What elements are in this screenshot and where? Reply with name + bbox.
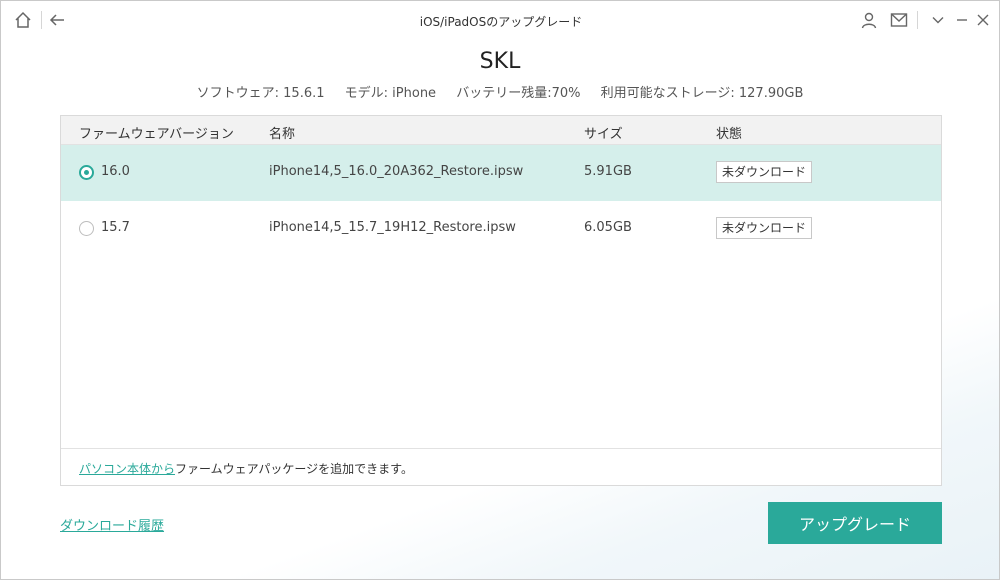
available-storage: 利用可能なストレージ: 127.90GB xyxy=(600,86,804,101)
column-header-size: サイズ xyxy=(584,127,623,142)
close-icon[interactable] xyxy=(973,10,993,30)
status-badge[interactable]: 未ダウンロード xyxy=(716,217,813,239)
chevron-down-icon[interactable] xyxy=(928,10,948,30)
column-header-version: ファームウェアバージョン xyxy=(79,127,234,142)
device-model: モデル: iPhone xyxy=(344,86,437,101)
table-header: ファームウェアバージョン 名称 サイズ 状態 xyxy=(61,116,941,145)
device-info: ソフトウェア: 15.6.1 モデル: iPhone バッテリー残量:70% 利… xyxy=(1,82,999,101)
footer-text: ファームウェアパッケージを追加できます。 xyxy=(175,462,413,476)
minimize-icon[interactable] xyxy=(952,10,972,30)
table-footer: パソコン本体からファームウェアパッケージを追加できます。 xyxy=(61,448,941,485)
device-name: SKL xyxy=(479,49,521,74)
firmware-version: 16.0 xyxy=(101,164,130,179)
download-history-link[interactable]: ダウンロード履歴 xyxy=(60,515,164,534)
user-icon[interactable] xyxy=(859,10,879,30)
radio-button-selected[interactable] xyxy=(79,165,94,180)
firmware-version: 15.7 xyxy=(101,220,130,235)
software-version: ソフトウェア: 15.6.1 xyxy=(196,86,325,101)
import-from-pc-link[interactable]: パソコン本体から xyxy=(79,462,175,476)
title-bar: iOS/iPadOSのアップグレード xyxy=(1,1,1000,39)
titlebar-divider-right xyxy=(917,11,918,29)
radio-button[interactable] xyxy=(79,221,94,236)
firmware-name: iPhone14,5_16.0_20A362_Restore.ipsw xyxy=(269,164,524,179)
firmware-name: iPhone14,5_15.7_19H12_Restore.ipsw xyxy=(269,220,516,235)
battery-level: バッテリー残量:70% xyxy=(456,86,581,101)
table-row[interactable]: 15.7 iPhone14,5_15.7_19H12_Restore.ipsw … xyxy=(61,201,941,257)
firmware-size: 5.91GB xyxy=(584,164,632,179)
firmware-table: ファームウェアバージョン 名称 サイズ 状態 16.0 iPhone14,5_1… xyxy=(60,115,942,486)
table-row[interactable]: 16.0 iPhone14,5_16.0_20A362_Restore.ipsw… xyxy=(61,145,941,201)
firmware-size: 6.05GB xyxy=(584,220,632,235)
upgrade-button[interactable]: アップグレード xyxy=(768,502,942,544)
mail-icon[interactable] xyxy=(889,10,909,30)
window-title: iOS/iPadOSのアップグレード xyxy=(419,15,583,29)
status-badge[interactable]: 未ダウンロード xyxy=(716,161,813,183)
column-header-status: 状態 xyxy=(716,127,743,142)
column-header-name: 名称 xyxy=(269,127,296,142)
